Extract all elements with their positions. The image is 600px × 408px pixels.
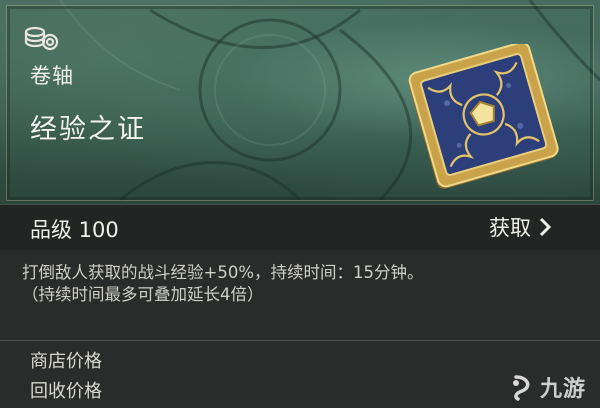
section-divider bbox=[0, 340, 600, 341]
description-line: 打倒敌人获取的战斗经验+50%，持续时间：15分钟。 bbox=[22, 263, 424, 282]
watermark-text: 九游 bbox=[540, 377, 587, 402]
chevron-right-icon bbox=[539, 217, 552, 237]
recycle-price-label: 回收价格 bbox=[30, 381, 102, 402]
coins-icon bbox=[24, 26, 59, 51]
item-tooltip-panel: 卷轴 经验之证 品级 100 获取 打倒敌人获取的战斗经验+50%，持续时间：1… bbox=[0, 0, 600, 408]
item-grade: 品级 100 bbox=[30, 218, 119, 242]
obtain-label: 获取 bbox=[489, 216, 531, 240]
item-category: 卷轴 bbox=[30, 64, 74, 88]
description-line: （持续时间最多可叠加延长4倍） bbox=[22, 285, 264, 304]
shop-price-label: 商店价格 bbox=[30, 351, 102, 372]
item-description: 打倒敌人获取的战斗经验+50%，持续时间：15分钟。 （持续时间最多可叠加延长4… bbox=[22, 262, 582, 306]
jiuyou-logo-icon bbox=[513, 375, 530, 401]
card-scroll-art bbox=[408, 44, 559, 189]
watermark: 九游 bbox=[508, 370, 586, 404]
obtain-button[interactable]: 获取 bbox=[489, 213, 553, 241]
item-name: 经验之证 bbox=[30, 114, 146, 145]
